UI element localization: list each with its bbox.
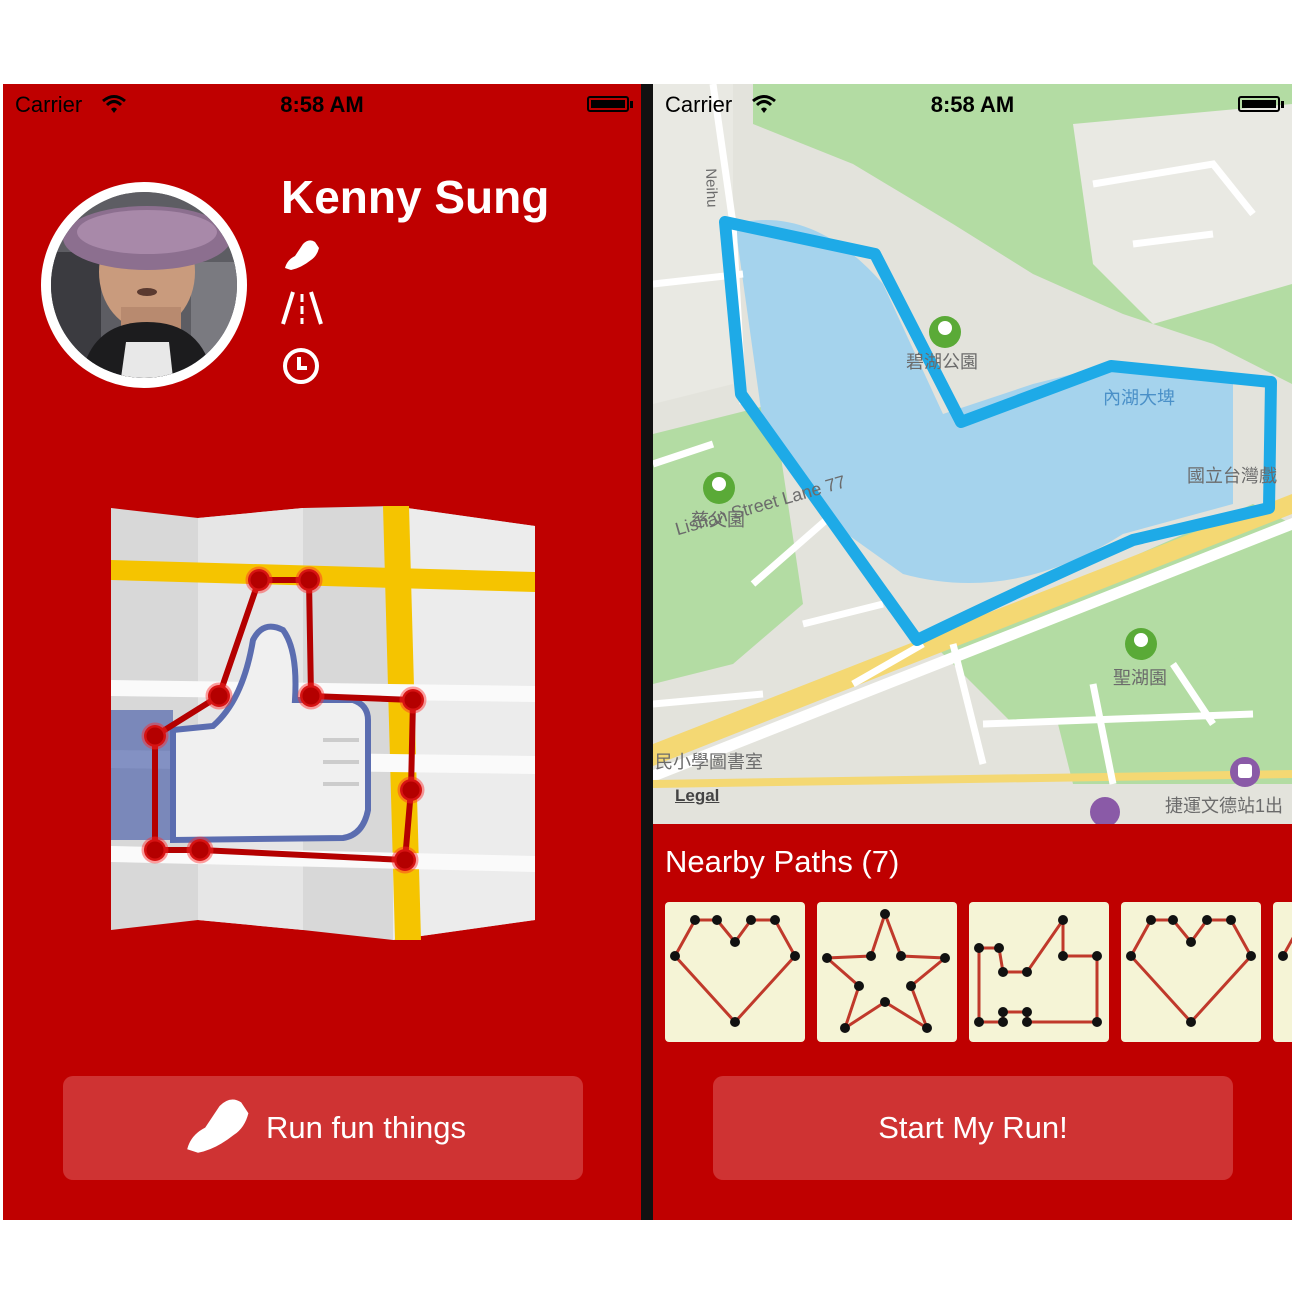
map-label-park3: 聖湖園 — [1113, 668, 1167, 688]
map-label-lake: 內湖大埤 — [1103, 388, 1175, 408]
profile-screen: Carrier 8:58 AM Kenny Sung Run fun thing… — [3, 84, 641, 1220]
start-run-button[interactable]: Start My Run! — [713, 1076, 1233, 1180]
map-label-university: 國立台灣戲 — [1187, 466, 1277, 486]
start-run-label: Start My Run! — [878, 1110, 1068, 1145]
run-fun-things-button[interactable]: Run fun things — [63, 1076, 583, 1180]
screen-divider — [641, 84, 653, 1220]
run-fun-things-label: Run fun things — [266, 1110, 466, 1145]
legal-link[interactable]: Legal — [675, 786, 719, 806]
path-card-list[interactable] — [665, 902, 1292, 1042]
path-card-heart[interactable] — [1121, 902, 1261, 1042]
battery-icon — [587, 96, 633, 112]
avatar-photo — [51, 192, 237, 378]
map-label-library: 民小學圖書室 — [655, 752, 763, 772]
nearby-paths-screen: 碧湖公園 內湖大埤 國立台灣戲 慈父園 Lishan Street Lane 7… — [653, 84, 1292, 1220]
path-card-star[interactable] — [817, 902, 957, 1042]
map-label-metro: 捷運文德站1出 — [1165, 796, 1284, 816]
avatar[interactable] — [41, 182, 247, 388]
nearby-paths-title: Nearby Paths (7) — [665, 844, 900, 879]
path-card-partial[interactable] — [1273, 902, 1292, 1042]
status-bar: Carrier 8:58 AM — [3, 84, 641, 124]
map-view[interactable]: 碧湖公園 內湖大埤 國立台灣戲 慈父園 Lishan Street Lane 7… — [653, 84, 1292, 824]
profile-name: Kenny Sung — [281, 171, 550, 223]
map-label-road: Neihu — [702, 168, 721, 208]
shoe-icon — [180, 1088, 252, 1168]
shoe-icon — [281, 234, 321, 279]
map-label-park: 碧湖公園 — [906, 352, 978, 372]
status-time: 8:58 AM — [930, 92, 1015, 117]
path-card-heart[interactable] — [665, 902, 805, 1042]
road-icon — [281, 290, 323, 331]
status-time: 8:58 AM — [280, 92, 364, 117]
clock-icon — [281, 346, 321, 391]
path-card-thumbs-up[interactable] — [969, 902, 1109, 1042]
route-map-illustration — [103, 500, 543, 945]
status-bar: Carrier 8:58 AM — [653, 84, 1292, 124]
battery-icon — [1238, 96, 1284, 112]
